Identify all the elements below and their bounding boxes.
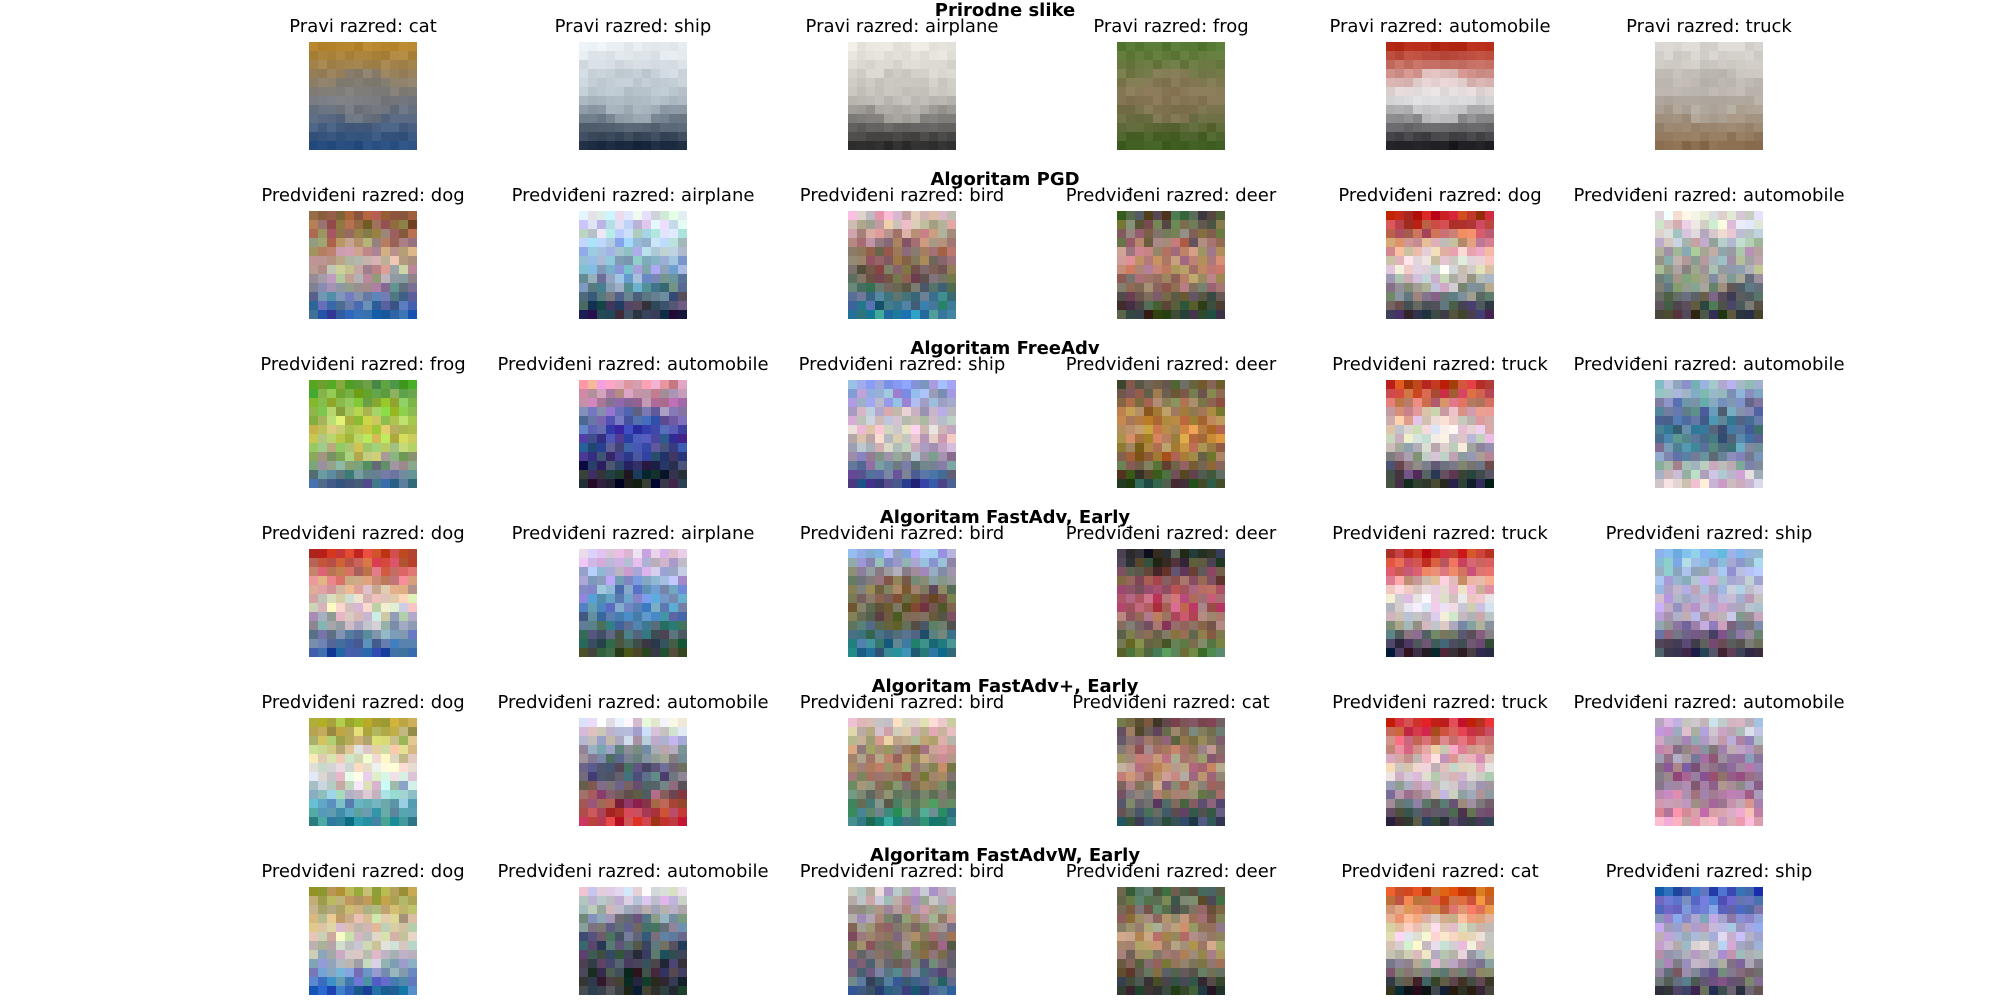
image-thumbnail	[848, 380, 956, 488]
image-thumbnail	[1386, 887, 1494, 995]
image-thumbnail	[848, 887, 956, 995]
image-thumbnail	[309, 718, 417, 826]
image-thumbnail	[309, 549, 417, 657]
image-thumbnail	[1117, 42, 1225, 150]
cell-label: Predviđeni razred: ship	[1605, 861, 1813, 882]
cell-label: Predviđeni razred: automobile	[1573, 185, 1845, 206]
image-thumbnail	[848, 549, 956, 657]
image-thumbnail	[309, 380, 417, 488]
image-thumbnail	[579, 211, 687, 319]
image-thumbnail	[309, 42, 417, 150]
image-thumbnail	[1655, 887, 1763, 995]
image-thumbnail	[1655, 549, 1763, 657]
cell-label: Predviđeni razred: automobile	[1573, 692, 1845, 713]
image-thumbnail	[579, 887, 687, 995]
image-thumbnail	[1117, 380, 1225, 488]
cell-label: Predviđeni razred: ship	[1605, 523, 1813, 544]
image-thumbnail	[1386, 211, 1494, 319]
image-thumbnail	[309, 211, 417, 319]
image-thumbnail	[1117, 549, 1225, 657]
cell-label: Pravi razred: truck	[1626, 16, 1792, 37]
image-thumbnail	[1655, 718, 1763, 826]
image-thumbnail	[848, 42, 956, 150]
image-thumbnail	[1386, 42, 1494, 150]
image-thumbnail	[579, 549, 687, 657]
image-thumbnail	[1117, 718, 1225, 826]
image-thumbnail	[579, 42, 687, 150]
image-thumbnail	[579, 380, 687, 488]
image-thumbnail	[1655, 211, 1763, 319]
image-thumbnail	[1117, 211, 1225, 319]
image-thumbnail	[1655, 380, 1763, 488]
image-thumbnail	[848, 211, 956, 319]
image-thumbnail	[848, 718, 956, 826]
image-thumbnail	[309, 887, 417, 995]
image-thumbnail	[1386, 549, 1494, 657]
image-thumbnail	[1655, 42, 1763, 150]
image-thumbnail	[1386, 718, 1494, 826]
cell-label: Predviđeni razred: automobile	[1573, 354, 1845, 375]
image-thumbnail	[1386, 380, 1494, 488]
image-thumbnail	[1117, 887, 1225, 995]
image-thumbnail	[579, 718, 687, 826]
